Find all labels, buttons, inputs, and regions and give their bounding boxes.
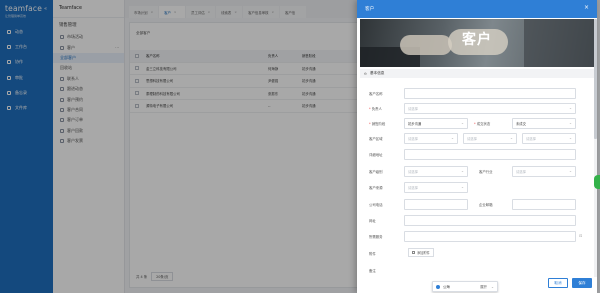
chevron-down-icon: ⌄ bbox=[490, 284, 494, 289]
chevron-down-icon: ⌄ bbox=[568, 136, 572, 140]
pool-label: 公海 bbox=[443, 285, 450, 289]
close-icon[interactable]: × bbox=[584, 4, 589, 11]
select-placeholder: 请选择 bbox=[408, 186, 418, 190]
select-placeholder: 请选择 bbox=[467, 137, 477, 141]
field-label: 客户来源 bbox=[369, 186, 383, 190]
field-label: 网址 bbox=[369, 219, 376, 223]
drawer-header: 客户 × bbox=[357, 0, 597, 18]
field-label: 客户区域 bbox=[369, 137, 383, 141]
deal-status-select[interactable]: 未成交 ⌄ bbox=[512, 118, 576, 129]
field-row: 备注 bbox=[357, 265, 597, 277]
banner-title: 客户 bbox=[462, 32, 492, 48]
scrollbar-thumb[interactable] bbox=[594, 19, 597, 139]
add-attachment-button[interactable]: 添加附件 bbox=[408, 248, 434, 257]
field-label: 客户级别 bbox=[369, 170, 383, 174]
attachment-icon bbox=[412, 251, 415, 254]
field-row: *负责人 请选择 ⌄ bbox=[357, 103, 597, 115]
field-row: 客户名称 bbox=[357, 88, 597, 100]
field-label: 销售阶段 bbox=[371, 122, 386, 126]
pool-selector[interactable]: 公海 展开 ⌄ bbox=[432, 281, 498, 292]
section-title: 基本信息 bbox=[370, 71, 385, 75]
field-row: *销售阶段 初步沟通 ⌄ *成交状态 未成交 ⌄ bbox=[357, 118, 597, 130]
address-input[interactable] bbox=[404, 149, 576, 160]
field-label: 负责人 bbox=[371, 107, 382, 111]
province-select[interactable]: 请选择 ⌄ bbox=[404, 133, 458, 144]
field-row: 客户区域 请选择 ⌄ 请选择 ⌄ 请选择 ⌄ bbox=[357, 133, 597, 145]
field-label: 公司电话 bbox=[369, 203, 383, 207]
select-placeholder: 请选择 bbox=[526, 137, 536, 141]
source-select[interactable]: 请选择 ⌄ bbox=[404, 182, 468, 193]
floating-side-tab[interactable] bbox=[594, 175, 600, 189]
field-row: 公司电话 企业邮箱 bbox=[357, 199, 597, 211]
phone-input[interactable] bbox=[404, 199, 468, 210]
chevron-down-icon: ⌄ bbox=[450, 136, 454, 140]
service-input[interactable] bbox=[404, 231, 576, 242]
customer-drawer: 客户 × 客户 ⊖ 基本信息 客户名称 *负责人 请选择 ⌄ *销售阶段 初步沟… bbox=[357, 0, 597, 293]
app-window: teamface 让管理简单高效 « 动态 工作台 协作 审批 备忘录 文件库 … bbox=[0, 0, 600, 293]
field-row: 客户级别 请选择 ⌄ 客户行业 请选择 ⌄ bbox=[357, 166, 597, 178]
field-row: 网址 bbox=[357, 215, 597, 227]
field-row: 所需服务 ⊡ bbox=[357, 231, 597, 243]
email-input[interactable] bbox=[512, 199, 576, 210]
chevron-down-icon: ⌄ bbox=[568, 106, 572, 110]
field-label: 客户行业 bbox=[479, 170, 493, 174]
chevron-down-icon: ⌄ bbox=[568, 169, 572, 173]
chevron-down-icon: ⌄ bbox=[568, 121, 572, 125]
pool-icon bbox=[436, 284, 440, 289]
field-label: 成交状态 bbox=[476, 122, 491, 126]
select-placeholder: 请选择 bbox=[516, 170, 526, 174]
select-placeholder: 请选择 bbox=[408, 137, 418, 141]
collapse-icon: ⊖ bbox=[364, 71, 368, 76]
field-label: 附件 bbox=[369, 252, 376, 256]
industry-select[interactable]: 请选择 ⌄ bbox=[512, 166, 576, 177]
expand-icon[interactable]: ⊡ bbox=[579, 233, 582, 238]
field-label: 详细地址 bbox=[369, 153, 383, 157]
field-row: 客户来源 请选择 ⌄ bbox=[357, 182, 597, 194]
drawer-scrollbar[interactable] bbox=[594, 19, 597, 277]
customer-name-input[interactable] bbox=[404, 88, 576, 99]
district-select[interactable]: 请选择 ⌄ bbox=[522, 133, 576, 144]
sales-stage-select[interactable]: 初步沟通 ⌄ bbox=[404, 118, 468, 129]
city-select[interactable]: 请选择 ⌄ bbox=[463, 133, 517, 144]
section-basic-info[interactable]: ⊖ 基本信息 bbox=[360, 69, 594, 78]
field-label: 所需服务 bbox=[369, 235, 383, 239]
customer-banner: 客户 bbox=[360, 19, 594, 67]
field-label: 备注 bbox=[369, 269, 376, 273]
drawer-title: 客户 bbox=[365, 7, 375, 12]
website-input[interactable] bbox=[404, 215, 576, 226]
chevron-down-icon: ⌄ bbox=[460, 121, 464, 125]
cancel-button[interactable]: 取消 bbox=[548, 278, 568, 288]
select-value: 初步沟通 bbox=[408, 122, 422, 126]
field-row: 详细地址 bbox=[357, 149, 597, 161]
attach-button-label: 添加附件 bbox=[417, 251, 430, 255]
chevron-down-icon: ⌄ bbox=[509, 136, 513, 140]
field-row: 附件 添加附件 bbox=[357, 248, 597, 260]
field-label: 客户名称 bbox=[369, 92, 383, 96]
select-placeholder: 请选择 bbox=[408, 107, 418, 111]
owner-select[interactable]: 请选择 ⌄ bbox=[404, 103, 576, 114]
select-value: 未成交 bbox=[516, 122, 526, 126]
select-placeholder: 请选择 bbox=[408, 170, 418, 174]
save-button[interactable]: 保存 bbox=[572, 278, 592, 288]
level-select[interactable]: 请选择 ⌄ bbox=[404, 166, 468, 177]
chevron-down-icon: ⌄ bbox=[460, 185, 464, 189]
field-label: 企业邮箱 bbox=[479, 203, 493, 207]
chevron-down-icon: ⌄ bbox=[460, 169, 464, 173]
pool-expand: 展开 bbox=[480, 285, 487, 289]
